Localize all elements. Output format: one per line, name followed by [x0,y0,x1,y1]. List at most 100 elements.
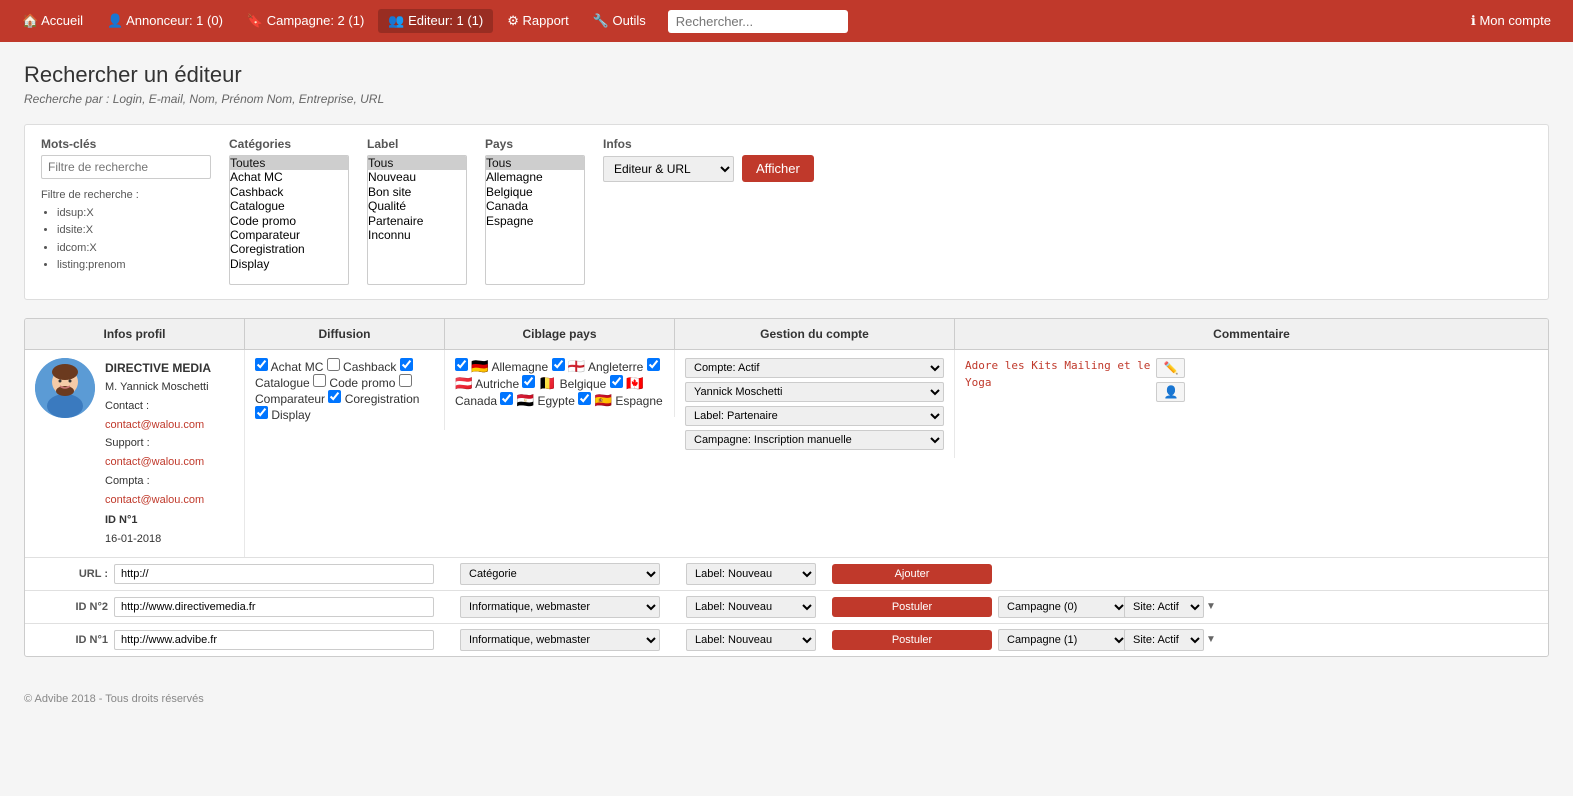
hint-idsite: idsite:X [57,222,211,240]
url-row2-input[interactable] [114,597,434,617]
campagne-gestion-select[interactable]: Campagne: Inscription manuelle Campagne:… [685,430,944,450]
compta-line: Compta : contact@walou.com [105,472,234,509]
filter-infos: Infos Editeur & URL Editeur seulement UR… [603,137,814,182]
contact-email[interactable]: contact@walou.com [105,419,204,431]
categories-select[interactable]: Toutes Achat MC Cashback Catalogue Code … [229,155,349,285]
contact-line: Contact : contact@walou.com [105,397,234,434]
user-select[interactable]: Yannick Moschetti [685,382,944,402]
profile-date: 16-01-2018 [105,530,234,549]
pays-allemagne[interactable]: 🇩🇪 Allemagne [455,360,548,374]
diff-cashback[interactable]: Cashback [327,360,397,374]
header-gestion-compte: Gestion du compte [675,319,955,349]
url-row3-categorie[interactable]: Informatique, webmaster Catégorie [460,629,660,651]
mots-cles-label: Mots-clés [41,137,211,151]
commentaire-cell: Adore les Kits Mailing et le Yoga ✏️ 👤 [955,350,1548,410]
profile-id: ID N°1 [105,511,234,530]
nav-annonceur[interactable]: 👤 Annonceur: 1 (0) [97,9,233,33]
filter-mots-cles: Mots-clés Filtre de recherche : idsup:X … [41,137,211,275]
hint-listing: listing:prenom [57,257,211,275]
postuler-button-3[interactable]: Postuler [832,630,992,650]
url-row1-input[interactable] [114,564,434,584]
diff-code-promo[interactable]: Code promo [313,376,395,390]
header-diffusion: Diffusion [245,319,445,349]
profile-cell: DIRECTIVE MEDIA M. Yannick Moschetti Con… [25,350,245,557]
gestion-list: Compte: Actif Compte: Inactif Compte: Su… [685,358,944,450]
page-subtitle: Recherche par : Login, E-mail, Nom, Prén… [24,92,1549,106]
comment-text: Adore les Kits Mailing et le Yoga [965,358,1150,391]
page-title: Rechercher un éditeur [24,62,1549,88]
footer-text: © Advibe 2018 - Tous droits réservés [24,693,204,705]
navbar: 🏠 Accueil 👤 Annonceur: 1 (0) 🔖 Campagne:… [0,0,1573,42]
avatar [35,358,95,418]
pays-select[interactable]: Tous Allemagne Belgique Canada Espagne [485,155,585,285]
infos-label: Infos [603,137,814,151]
url-row2-site[interactable]: Site: Actif Site: Inactif [1124,596,1204,618]
diffusion-cell: Achat MC Cashback Catalogue Code promo C… [245,350,445,430]
label-select[interactable]: Tous Nouveau Bon site Qualité Partenaire… [367,155,467,285]
ciblage-pays-cell: 🇩🇪 Allemagne 🏴󠁧󠁢󠁥󠁮󠁧󠁿 Angleterre 🇦🇹 Autri… [445,350,675,417]
comment-edit-button[interactable]: ✏️ [1156,358,1185,378]
footer: © Advibe 2018 - Tous droits réservés [0,677,1573,721]
comment-user-button[interactable]: 👤 [1156,382,1185,402]
pays-label: Pays [485,137,585,151]
nav-search-input[interactable] [668,10,848,33]
results-header: Infos profil Diffusion Ciblage pays Gest… [25,319,1548,350]
label-gestion-select[interactable]: Label: Partenaire Label: Nouveau Label: … [685,406,944,426]
nav-outils[interactable]: 🔧 Outils [583,9,656,33]
url-row2-campagne[interactable]: Campagne (0) Campagne (1) [998,596,1128,618]
label-label: Label [367,137,467,151]
nav-editeur[interactable]: 👥 Editeur: 1 (1) [378,9,493,33]
person-name: M. Yannick Moschetti [105,378,234,397]
postuler-button-2[interactable]: Postuler [832,597,992,617]
diff-achat-mc[interactable]: Achat MC [255,360,323,374]
table-row: DIRECTIVE MEDIA M. Yannick Moschetti Con… [25,350,1548,558]
support-line: Support : contact@walou.com [105,434,234,471]
results-table: Infos profil Diffusion Ciblage pays Gest… [24,318,1549,657]
compta-email[interactable]: contact@walou.com [105,494,204,506]
nav-campagne[interactable]: 🔖 Campagne: 2 (1) [237,9,374,33]
company-name: DIRECTIVE MEDIA [105,358,234,378]
url-row3-site-arrow: ▼ [1206,634,1216,645]
nav-accueil[interactable]: 🏠 Accueil [12,9,93,33]
hint-idsup: idsup:X [57,205,211,223]
url-row3-site[interactable]: Site: Actif Site: Inactif [1124,629,1204,651]
url-row2-label-select[interactable]: Label: Nouveau Label: Bon site Label: Pa… [686,596,816,618]
nav-rapport[interactable]: ⚙ Rapport [497,9,579,33]
profile-info: DIRECTIVE MEDIA M. Yannick Moschetti Con… [105,358,234,549]
url-row1-label-select[interactable]: Label: Nouveau Label: Bon site Label: Pa… [686,563,816,585]
url-row1-categorie[interactable]: Catégorie Informatique, webmaster [460,563,660,585]
url-row3-label: ID N°1 [33,634,108,646]
pays-egypte[interactable]: 🇪🇬 Egypte [500,394,574,408]
url-row2-categorie[interactable]: Informatique, webmaster Catégorie [460,596,660,618]
support-email[interactable]: contact@walou.com [105,456,204,468]
header-infos-profil: Infos profil [25,319,245,349]
url-row3-label-select[interactable]: Label: Nouveau Label: Bon site Label: Pa… [686,629,816,651]
url-row-1: URL : Catégorie Informatique, webmaster … [25,558,1548,591]
afficher-button[interactable]: Afficher [742,155,814,182]
compte-select[interactable]: Compte: Actif Compte: Inactif Compte: Su… [685,358,944,378]
gestion-cell: Compte: Actif Compte: Inactif Compte: Su… [675,350,955,458]
filter-panel: Mots-clés Filtre de recherche : idsup:X … [24,124,1549,300]
diff-coregistration[interactable]: Coregistration [328,392,419,406]
url-row2-site-arrow: ▼ [1206,601,1216,612]
diff-display[interactable]: Display [255,408,311,422]
filter-label: Label Tous Nouveau Bon site Qualité Part… [367,137,467,285]
pays-angleterre[interactable]: 🏴󠁧󠁢󠁥󠁮󠁧󠁿 Angleterre [552,360,644,374]
diffusion-list: Achat MC Cashback Catalogue Code promo C… [255,358,434,422]
infos-select[interactable]: Editeur & URL Editeur seulement URL seul… [603,156,734,182]
nav-mon-compte[interactable]: ℹ Mon compte [1461,9,1561,33]
filter-hints: Filtre de recherche : idsup:X idsite:X i… [41,187,211,275]
header-commentaire: Commentaire [955,319,1548,349]
main-content: Rechercher un éditeur Recherche par : Lo… [0,42,1573,677]
url-row3-campagne[interactable]: Campagne (1) Campagne (0) [998,629,1128,651]
categories-label: Catégories [229,137,349,151]
url-row1-label: URL : [33,568,108,580]
url-row3-input[interactable] [114,630,434,650]
mots-cles-input[interactable] [41,155,211,179]
pays-espagne[interactable]: 🇪🇸 Espagne [578,394,663,408]
pays-belgique[interactable]: 🇧🇪 Belgique [522,377,606,391]
header-ciblage-pays: Ciblage pays [445,319,675,349]
filter-pays: Pays Tous Allemagne Belgique Canada Espa… [485,137,585,285]
hint-idcom: idcom:X [57,240,211,258]
ajouter-button[interactable]: Ajouter [832,564,992,584]
